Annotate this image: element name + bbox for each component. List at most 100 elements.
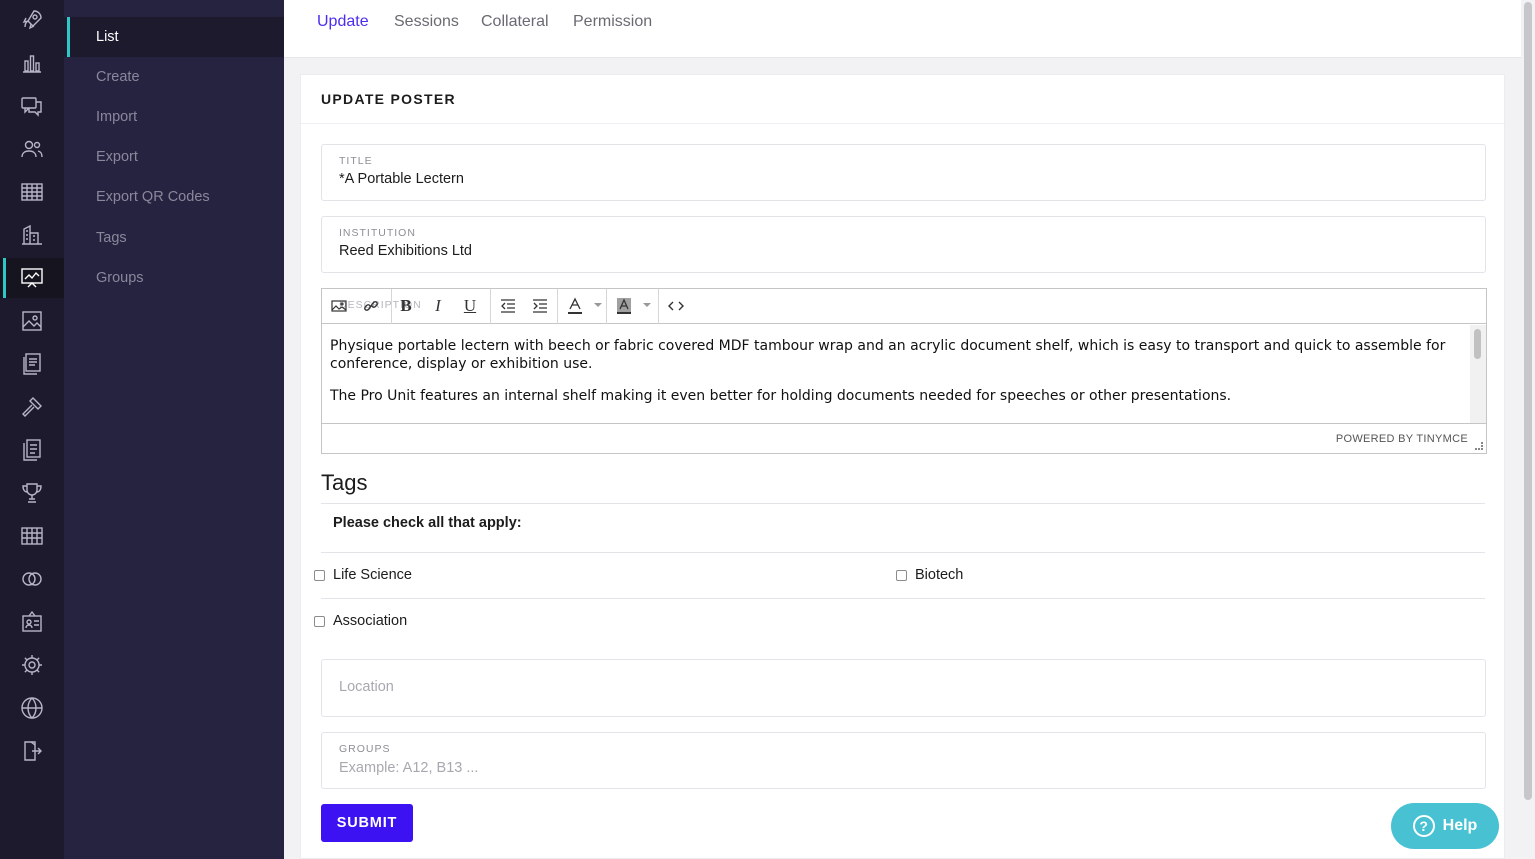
subnav-item-import[interactable]: Import <box>64 97 284 137</box>
update-poster-card: UPDATE POSTER TITLE *A Portable Lectern … <box>300 74 1506 859</box>
rocket-icon <box>22 10 42 30</box>
toolbar-separator <box>391 289 392 324</box>
divider <box>321 503 1485 504</box>
trophy-icon <box>22 483 42 503</box>
rail-auction[interactable] <box>0 387 64 427</box>
bold-button[interactable]: B <box>393 294 419 318</box>
rail-gallery[interactable] <box>0 301 64 341</box>
grid-icon <box>21 527 43 545</box>
title-field[interactable]: TITLE *A Portable Lectern <box>321 144 1486 201</box>
editor-scrollbar-thumb[interactable] <box>1474 329 1481 359</box>
description-content[interactable]: Physique portable lectern with beech or … <box>322 325 1470 423</box>
rail-awards[interactable] <box>0 473 64 513</box>
rail-messages[interactable] <box>0 86 64 126</box>
indent-icon <box>533 299 547 313</box>
rail-schedule[interactable] <box>0 172 64 212</box>
toolbar-separator <box>490 289 491 324</box>
insert-link-button[interactable] <box>358 294 384 318</box>
tab-update[interactable]: Update <box>317 13 369 31</box>
subnav-item-create[interactable]: Create <box>64 57 284 97</box>
groups-label: GROUPS <box>339 743 391 755</box>
background-color-icon <box>617 298 631 314</box>
underline-button[interactable]: U <box>457 294 483 318</box>
italic-button[interactable]: I <box>425 294 451 318</box>
indent-button[interactable] <box>527 294 553 318</box>
submit-button[interactable]: SUBMIT <box>321 804 413 842</box>
rail-logout[interactable] <box>0 731 64 771</box>
insert-image-button[interactable] <box>326 294 352 318</box>
background-color-button[interactable] <box>611 294 637 318</box>
toolbar-separator <box>658 289 659 324</box>
rail-grid[interactable] <box>0 516 64 556</box>
editor-toolbar: DESCRIPTION B I U <box>322 289 1486 324</box>
rail-sponsors[interactable] <box>0 559 64 599</box>
rail-documents[interactable] <box>0 344 64 384</box>
sub-navigation: List Create Import Export Export QR Code… <box>64 0 284 859</box>
rail-rocket[interactable] <box>0 0 64 40</box>
subnav-item-tags[interactable]: Tags <box>64 218 284 258</box>
biotech-checkbox[interactable] <box>896 570 907 581</box>
tab-sessions[interactable]: Sessions <box>394 13 459 31</box>
page-scrollbar[interactable] <box>1521 0 1535 859</box>
life-science-label[interactable]: Life Science <box>333 567 412 583</box>
text-color-dropdown[interactable] <box>594 303 602 307</box>
divider <box>321 598 1485 599</box>
bar-chart-icon <box>23 55 41 73</box>
subnav-item-groups[interactable]: Groups <box>64 258 284 298</box>
association-checkbox[interactable] <box>314 616 325 627</box>
location-input[interactable]: Location <box>339 679 394 695</box>
help-button[interactable]: ? Help <box>1391 803 1499 849</box>
groups-field[interactable]: GROUPS Example: A12, B13 ... <box>321 732 1486 789</box>
page-title: UPDATE POSTER <box>321 91 456 107</box>
gavel-icon <box>22 397 42 417</box>
page-scrollbar-thumb[interactable] <box>1524 2 1532 800</box>
institution-field[interactable]: INSTITUTION Reed Exhibitions Ltd <box>321 216 1486 273</box>
top-tabs: Update Sessions Collateral Permission <box>284 0 1521 58</box>
chat-icon <box>21 97 42 117</box>
tab-permission[interactable]: Permission <box>573 13 652 31</box>
tags-heading: Tags <box>321 470 368 495</box>
tags-prompt: Please check all that apply: <box>333 515 522 531</box>
institution-input[interactable]: Reed Exhibitions Ltd <box>339 243 472 259</box>
powered-by-link[interactable]: POWERED BY TINYMCE <box>1336 433 1468 445</box>
rail-people[interactable] <box>0 129 64 169</box>
subnav-item-list[interactable]: List <box>64 17 284 57</box>
text-color-icon <box>568 297 582 314</box>
rail-analytics[interactable] <box>0 43 64 83</box>
rail-web[interactable] <box>0 688 64 728</box>
editor-statusbar: POWERED BY TINYMCE <box>322 423 1486 453</box>
outdent-icon <box>501 299 515 313</box>
source-code-button[interactable] <box>663 294 689 318</box>
rail-exhibitors[interactable] <box>0 215 64 255</box>
title-label: TITLE <box>339 155 373 167</box>
rail-badges[interactable] <box>0 602 64 642</box>
resize-handle[interactable] <box>1475 442 1483 450</box>
outdent-button[interactable] <box>495 294 521 318</box>
editor-scrollbar[interactable] <box>1470 325 1486 423</box>
background-color-dropdown[interactable] <box>643 303 651 307</box>
toolbar-separator <box>606 289 607 324</box>
life-science-checkbox[interactable] <box>314 570 325 581</box>
subnav-item-export[interactable]: Export <box>64 137 284 177</box>
divider <box>321 552 1485 553</box>
rail-papers[interactable] <box>0 430 64 470</box>
rail-posters[interactable] <box>0 258 64 298</box>
association-label[interactable]: Association <box>333 613 407 629</box>
subnav-item-export-qr-codes[interactable]: Export QR Codes <box>64 177 284 217</box>
tab-collateral[interactable]: Collateral <box>481 13 549 31</box>
source-code-icon <box>668 301 684 311</box>
documents-icon <box>23 353 41 375</box>
help-label: Help <box>1442 817 1478 834</box>
rail-settings[interactable] <box>0 645 64 685</box>
description-paragraph: Physique portable lectern with beech or … <box>330 338 1446 372</box>
groups-input[interactable]: Example: A12, B13 ... <box>339 760 478 776</box>
title-input[interactable]: *A Portable Lectern <box>339 171 464 187</box>
toolbar-separator <box>557 289 558 324</box>
location-field[interactable]: Location <box>321 659 1486 717</box>
underline-icon: U <box>463 296 477 315</box>
gear-icon <box>22 655 42 675</box>
text-color-button[interactable] <box>562 294 588 318</box>
biotech-label[interactable]: Biotech <box>915 567 963 583</box>
badge-icon <box>22 610 42 632</box>
papers-icon <box>23 439 41 461</box>
